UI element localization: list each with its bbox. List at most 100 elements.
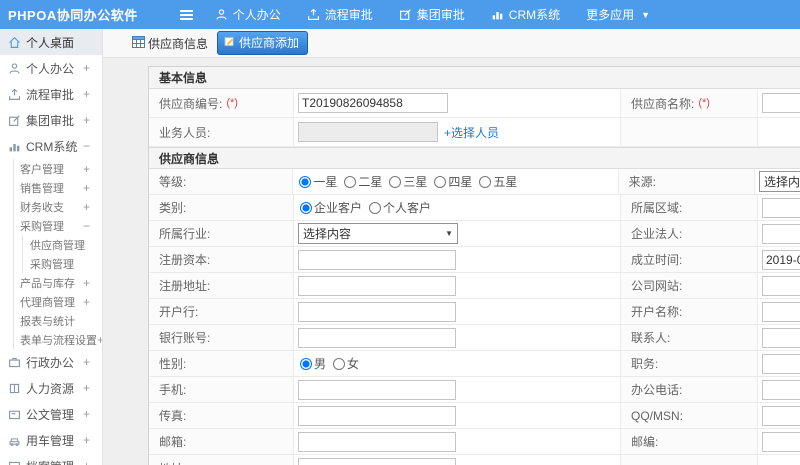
sidebar-item-admin-office[interactable]: 行政办公 + xyxy=(0,349,102,375)
field-input-cell: 男 女 xyxy=(294,351,620,376)
expand-icon[interactable]: + xyxy=(83,162,90,176)
expand-icon[interactable]: + xyxy=(83,113,90,127)
radio-option-star-5[interactable]: 五星 xyxy=(479,173,517,190)
topnav-more-apps[interactable]: 更多应用 ▼ xyxy=(586,6,650,23)
field-input-cell xyxy=(294,299,620,324)
sidebar-item-hr[interactable]: 人力资源 + xyxy=(0,375,102,401)
radio-option-star-1[interactable]: 一星 xyxy=(299,173,337,190)
office-phone-input[interactable] xyxy=(762,379,800,400)
supplier-name-input[interactable] xyxy=(762,93,800,113)
field-input-cell: 一星 二星 三星 四星 五星 xyxy=(293,169,617,194)
radio-input[interactable] xyxy=(344,175,357,188)
topnav-workflow-approval[interactable]: 流程审批 xyxy=(307,6,373,23)
radio-option-male[interactable]: 男 xyxy=(300,355,326,372)
expand-icon[interactable]: + xyxy=(83,381,90,395)
sidebar-item-sales-mgmt[interactable]: 销售管理 + xyxy=(14,178,102,197)
radio-input[interactable] xyxy=(300,201,312,214)
sidebar-item-finance[interactable]: 财务收支 + xyxy=(14,197,102,216)
expand-icon[interactable]: + xyxy=(83,61,90,75)
address-input[interactable] xyxy=(298,458,456,465)
radio-input[interactable] xyxy=(299,175,312,188)
topnav-crm[interactable]: CRM系统 xyxy=(491,6,560,23)
tab-supplier-add[interactable]: 供应商添加 xyxy=(217,31,309,55)
expand-icon[interactable]: + xyxy=(83,433,90,447)
field-label-cell xyxy=(620,455,758,465)
radio-input[interactable] xyxy=(369,201,382,214)
topnav-group-approval[interactable]: 集团审批 xyxy=(399,6,465,23)
registered-address-input[interactable] xyxy=(298,275,456,296)
radio-option-female[interactable]: 女 xyxy=(333,355,359,372)
gender-radio-group: 男 女 xyxy=(300,355,366,372)
sidebar-item-personal-office[interactable]: 个人办公 + xyxy=(0,55,102,81)
topnav-personal-office[interactable]: 个人办公 xyxy=(215,6,281,23)
collapse-icon[interactable]: − xyxy=(83,219,90,233)
field-input-cell xyxy=(758,195,800,220)
tab-supplier-info[interactable]: 供应商信息 xyxy=(132,35,208,52)
document-icon xyxy=(8,408,21,421)
sidebar-item-workflow-approval[interactable]: 流程审批 + xyxy=(0,81,102,107)
expand-icon[interactable]: + xyxy=(83,355,90,369)
sidebar-item-procurement-mgmt[interactable]: 采购管理 xyxy=(23,254,102,273)
form-row: 供应商编号: (*) 供应商名称: (*) xyxy=(149,89,800,118)
sidebar-item-reports-stats[interactable]: 报表与统计 xyxy=(14,311,102,330)
region-input[interactable] xyxy=(762,197,800,218)
radio-option-star-2[interactable]: 二星 xyxy=(344,173,382,190)
bank-branch-input[interactable] xyxy=(298,301,456,322)
expand-icon[interactable]: + xyxy=(83,181,90,195)
sidebar-item-personal-desktop[interactable]: 个人桌面 xyxy=(0,29,102,55)
expand-icon[interactable]: + xyxy=(83,87,90,101)
field-label-cell: 公司网站: xyxy=(620,273,758,298)
email-input[interactable] xyxy=(298,431,456,452)
postcode-input[interactable] xyxy=(762,431,800,452)
sidebar-item-product-inventory[interactable]: 产品与库存 + xyxy=(14,273,102,292)
mobile-input[interactable] xyxy=(298,379,456,400)
qq-msn-input[interactable] xyxy=(762,405,800,426)
field-label-cell: 性别: xyxy=(149,351,294,376)
account-name-input[interactable] xyxy=(762,301,800,322)
radio-input[interactable] xyxy=(333,357,346,370)
sidebar-item-vehicle-mgmt[interactable]: 用车管理 + xyxy=(0,427,102,453)
fax-input[interactable] xyxy=(298,405,456,426)
sidebar-item-purchase-mgmt[interactable]: 采购管理 − xyxy=(14,216,102,235)
contact-person-input[interactable] xyxy=(762,327,800,348)
registered-capital-input[interactable] xyxy=(298,249,456,270)
staff-input[interactable] xyxy=(298,122,438,142)
sidebar-item-group-approval[interactable]: 集团审批 + xyxy=(0,107,102,133)
bank-account-input[interactable] xyxy=(298,327,456,348)
sidebar-item-archive-mgmt[interactable]: 档案管理 + xyxy=(0,453,102,465)
form-row: 开户行: 开户名称: xyxy=(149,299,800,325)
founding-date-input[interactable] xyxy=(762,249,800,270)
caret-down-icon: ▼ xyxy=(641,9,651,20)
radio-input[interactable] xyxy=(479,175,492,188)
sidebar-item-agent-mgmt[interactable]: 代理商管理 + xyxy=(14,292,102,311)
supplier-code-input[interactable] xyxy=(298,93,448,113)
expand-icon[interactable]: + xyxy=(83,407,90,421)
radio-input[interactable] xyxy=(300,357,312,370)
expand-icon[interactable]: + xyxy=(83,295,90,309)
expand-icon[interactable]: + xyxy=(83,200,90,214)
expand-icon[interactable]: + xyxy=(83,276,90,290)
form-row: 所属行业: 选择内容 ▼ 企业法人: xyxy=(149,221,800,247)
menu-toggle-icon[interactable] xyxy=(179,9,193,20)
sidebar-item-document-mgmt[interactable]: 公文管理 + xyxy=(0,401,102,427)
expand-icon[interactable]: + xyxy=(83,459,90,465)
select-staff-link[interactable]: +选择人员 xyxy=(444,124,499,141)
radio-option-personal-customer[interactable]: 个人客户 xyxy=(369,199,431,216)
field-input-cell xyxy=(294,455,620,465)
sidebar-item-supplier-mgmt[interactable]: 供应商管理 xyxy=(23,235,102,254)
industry-select[interactable]: 选择内容 ▼ xyxy=(298,223,458,244)
collapse-icon[interactable]: − xyxy=(83,139,90,153)
source-select[interactable]: 选择内容 ▼ xyxy=(759,171,800,192)
sidebar-item-form-workflow-settings[interactable]: 表单与流程设置 + xyxy=(14,330,102,349)
radio-input[interactable] xyxy=(434,175,447,188)
radio-option-star-4[interactable]: 四星 xyxy=(434,173,472,190)
sidebar-item-crm[interactable]: CRM系统 − xyxy=(0,133,102,159)
sidebar-item-customer-mgmt[interactable]: 客户管理 + xyxy=(14,159,102,178)
radio-input[interactable] xyxy=(389,175,402,188)
radio-option-star-3[interactable]: 三星 xyxy=(389,173,427,190)
position-input[interactable] xyxy=(762,353,800,374)
legal-person-input[interactable] xyxy=(762,223,800,244)
required-mark: (*) xyxy=(226,97,238,109)
company-website-input[interactable] xyxy=(762,275,800,296)
radio-option-enterprise-customer[interactable]: 企业客户 xyxy=(300,199,362,216)
